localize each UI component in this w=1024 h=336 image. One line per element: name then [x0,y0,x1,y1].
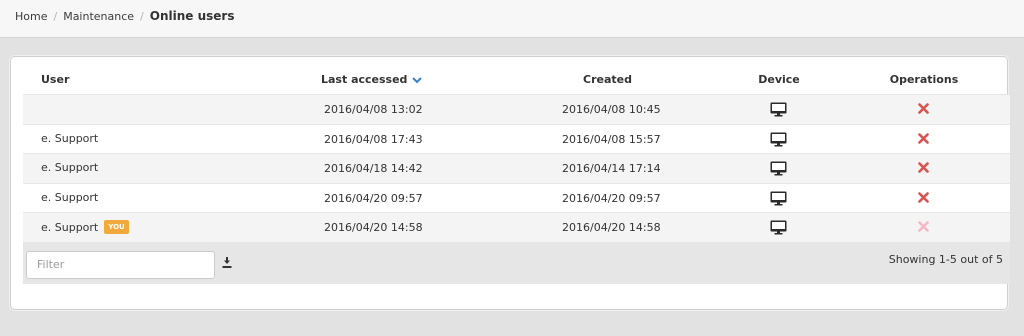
download-icon[interactable] [222,256,232,271]
created-cell: 2016/04/20 14:58 [562,221,661,235]
column-header-last-accessed-label: Last accessed [321,73,408,86]
table-footer: Showing 1-5 out of 5 [23,242,1010,284]
table-row: 2016/04/08 13:02 2016/04/08 10:45 [23,95,1010,125]
desktop-icon [770,191,787,209]
delete-icon[interactable] [918,162,929,176]
created-cell: 2016/04/08 15:57 [562,132,661,146]
table-row: e. Support 2016/04/20 09:57 2016/04/20 09:… [23,183,1010,214]
column-header-user[interactable]: User [41,73,69,86]
chevron-down-icon [412,76,423,83]
breadcrumb-separator: / [53,9,58,23]
breadcrumb: Home / Maintenance / Online users [15,9,234,23]
table-header: User Last accessed Created Device Operat… [23,65,1010,95]
you-badge: YOU [104,220,129,235]
desktop-icon [770,161,787,179]
last-accessed-cell: 2016/04/20 09:57 [324,191,423,205]
last-accessed-cell: 2016/04/18 14:42 [324,162,423,176]
table-row: e. Support 2016/04/08 17:43 2016/04/08 15:… [23,124,1010,155]
user-name: e. Support [41,190,99,204]
delete-icon[interactable] [918,103,929,117]
table-row: e. Support 2016/04/18 14:42 2016/04/14 17:… [23,154,1010,184]
breadcrumb-home[interactable]: Home [15,10,47,23]
column-header-created[interactable]: Created [583,73,632,86]
column-header-last-accessed[interactable]: Last accessed [321,73,423,86]
pagination-count: Showing 1-5 out of 5 [888,252,1003,266]
breadcrumb-separator: / [140,9,144,23]
desktop-icon [770,102,787,120]
last-accessed-cell: 2016/04/08 17:43 [324,132,423,146]
column-header-operations: Operations [889,73,959,86]
created-cell: 2016/04/08 10:45 [562,103,661,116]
last-accessed-cell: 2016/04/08 13:02 [324,103,423,116]
breadcrumb-maintenance[interactable]: Maintenance [63,10,134,23]
created-cell: 2016/04/20 09:57 [562,191,661,205]
column-header-device[interactable]: Device [747,73,811,86]
user-cell: e. Support [41,161,98,174]
delete-icon[interactable] [918,191,929,206]
user-name: e. Support [41,161,99,175]
online-users-panel: User Last accessed Created Device Operat… [10,56,1010,310]
desktop-icon [770,220,787,238]
user-name: e. Support [41,131,99,145]
desktop-icon [770,132,787,150]
top-bar: Home / Maintenance / Online users [0,0,1024,38]
filter-input[interactable] [26,250,215,279]
user-name: e. Support [41,220,99,234]
user-cell: e. Support [41,191,98,204]
delete-icon-disabled [918,221,929,235]
user-cell: e. Support YOU [41,220,129,235]
page-title: Online users [149,9,235,23]
delete-icon[interactable] [918,132,929,147]
table-body: 2016/04/08 13:02 2016/04/08 10:45 e. Suppo… [23,95,1010,243]
table-row: e. Support YOU 2016/04/20 14:58 2016/04/20 … [23,213,1010,243]
created-cell: 2016/04/14 17:14 [562,162,661,176]
online-users-table: User Last accessed Created Device Operat… [23,65,1010,284]
last-accessed-cell: 2016/04/20 14:58 [324,221,423,235]
user-cell: e. Support [41,132,98,145]
